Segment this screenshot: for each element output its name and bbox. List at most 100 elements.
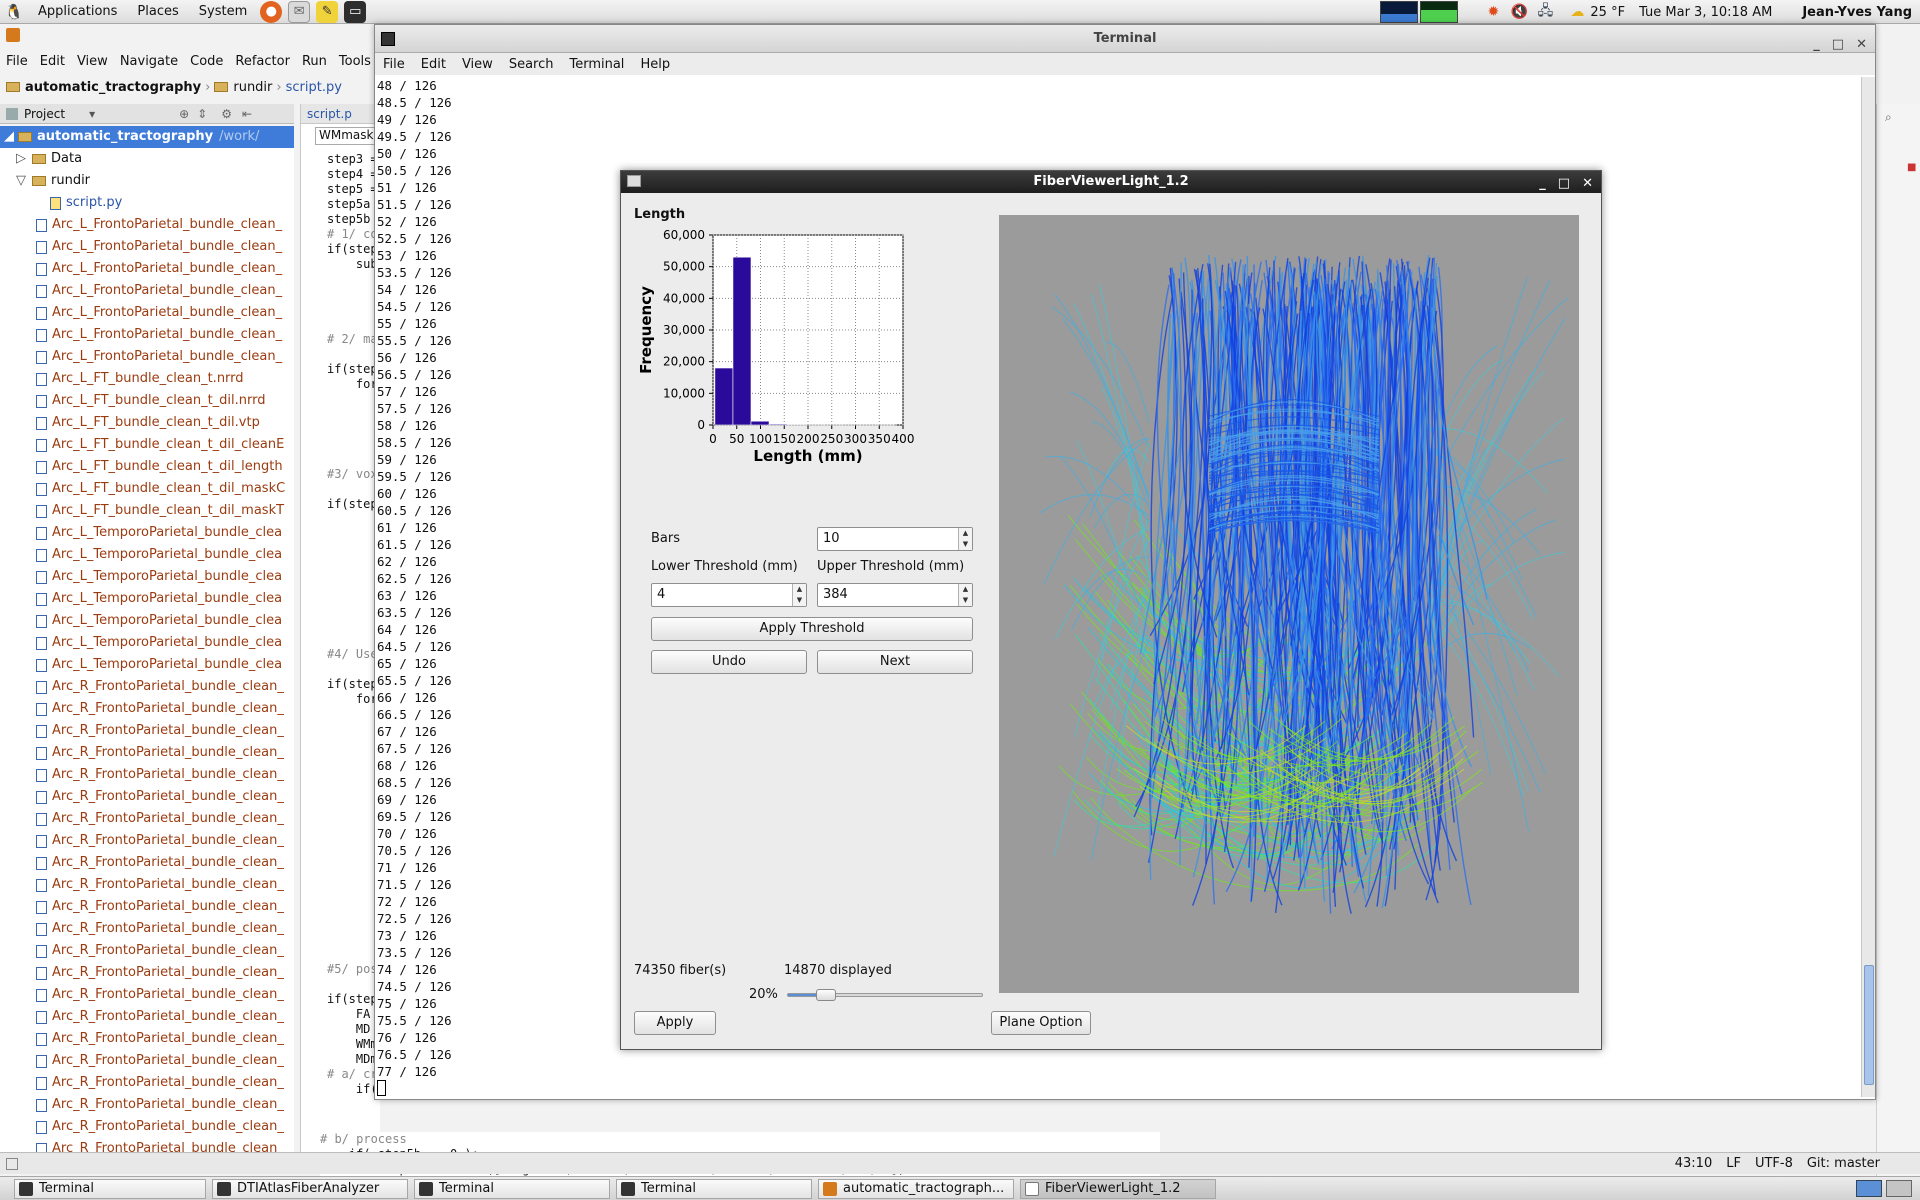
volume-icon[interactable]: 🔇 [1508,1,1530,23]
project-view-selector[interactable]: Project [24,107,65,121]
line-ending[interactable]: LF [1726,1156,1741,1171]
toggle-tool-windows-icon[interactable] [6,1157,18,1170]
collapse-icon[interactable]: ⇕ [197,107,207,121]
ide-menu-run[interactable]: Run [296,54,333,69]
text-editor-icon[interactable]: ✎ [316,0,339,23]
tree-file[interactable]: Arc_L_FT_bundle_clean_t_dil_cleanE [0,434,294,456]
applications-menu[interactable]: Applications [28,0,127,24]
tree-file[interactable]: Arc_R_FrontoParietal_bundle_clean_ [0,808,294,830]
plane-option-button[interactable]: Plane Option [991,1011,1091,1035]
cpu-monitor-icon[interactable] [1380,1,1419,23]
tree-file[interactable]: Arc_R_FrontoParietal_bundle_clean_ [0,874,294,896]
terminal-menu-search[interactable]: Search [501,57,562,72]
taskbar-item-ide[interactable]: automatic_tractograph... [818,1179,1014,1199]
firefox-icon[interactable]: ● [260,0,283,23]
mail-icon[interactable]: ✉ [288,0,311,23]
taskbar-item-fiberviewer[interactable]: FiberViewerLight_1.2 [1020,1179,1216,1199]
tree-file[interactable]: Arc_L_TemporoParietal_bundle_clea [0,632,294,654]
tree-file[interactable]: Arc_L_TemporoParietal_bundle_clea [0,522,294,544]
upper-threshold-spinbox[interactable]: 384 ▲ ▼ [817,583,973,607]
tree-file[interactable]: Arc_R_FrontoParietal_bundle_clean_ [0,786,294,808]
tree-file[interactable]: Arc_L_FT_bundle_clean_t_dil_length [0,456,294,478]
tree-file[interactable]: Arc_R_FrontoParietal_bundle_clean_ [0,1050,294,1072]
scrollbar-thumb[interactable] [1864,965,1874,1085]
expanded-arrow-icon[interactable]: ▽ [16,170,26,192]
breadcrumb-project[interactable]: automatic_tractography [25,80,201,95]
update-notifier-icon[interactable]: ✹ [1482,1,1504,23]
tree-file[interactable]: Arc_L_FT_bundle_clean_t.nrrd [0,368,294,390]
tree-file[interactable]: Arc_R_FrontoParietal_bundle_clean_ [0,1116,294,1138]
tree-file[interactable]: Arc_L_FrontoParietal_bundle_clean_ [0,280,294,302]
weather-icon[interactable]: ☁ [1566,1,1588,23]
tree-file-script[interactable]: script.py [0,192,294,214]
ide-menu-code[interactable]: Code [184,54,229,69]
gnome-foot-icon[interactable]: 🐧 [3,1,25,23]
next-button[interactable]: Next [817,650,973,674]
error-marker-icon[interactable]: ■ [1907,162,1916,173]
tree-file[interactable]: Arc_L_FT_bundle_clean_t_dil.nrrd [0,390,294,412]
tree-file[interactable]: Arc_R_FrontoParietal_bundle_clean_ [0,1072,294,1094]
ide-menu-refactor[interactable]: Refactor [229,54,296,69]
tree-file[interactable]: Arc_R_FrontoParietal_bundle_clean_ [0,918,294,940]
editor-code[interactable]: step3 = step4 = step5 = step5a step5b # 1/ co… [301,148,380,1097]
tree-file[interactable]: Arc_L_TemporoParietal_bundle_clea [0,610,294,632]
terminal-menu-terminal[interactable]: Terminal [561,57,632,72]
tree-file[interactable]: Arc_L_FrontoParietal_bundle_clean_ [0,346,294,368]
user-name[interactable]: Jean-Yves Yang [1802,5,1912,20]
tree-file[interactable]: Arc_R_FrontoParietal_bundle_clean_ [0,1094,294,1116]
tree-file[interactable]: Arc_R_FrontoParietal_bundle_clean_ [0,676,294,698]
tree-file[interactable]: Arc_R_FrontoParietal_bundle_clean_ [0,1006,294,1028]
slider-handle[interactable] [816,989,837,1001]
caret-position[interactable]: 43:10 [1675,1156,1712,1171]
tree-file[interactable]: Arc_L_FT_bundle_clean_t_dil.vtp [0,412,294,434]
tree-file[interactable]: Arc_L_FrontoParietal_bundle_clean_ [0,214,294,236]
tree-file[interactable]: Arc_L_FrontoParietal_bundle_clean_ [0,258,294,280]
places-menu[interactable]: Places [127,0,188,24]
search-icon[interactable]: ⌕ [1885,110,1892,125]
terminal-menu-file[interactable]: File [375,57,413,72]
tree-file[interactable]: Arc_R_FrontoParietal_bundle_clean_ [0,852,294,874]
expand-arrow-icon[interactable]: ◢ [4,126,14,148]
ide-menu-tools[interactable]: Tools [333,54,377,69]
spin-arrows-icon[interactable]: ▲ ▼ [958,584,972,606]
workspace-2[interactable] [1886,1180,1912,1197]
workspace-1[interactable] [1856,1180,1882,1197]
weather-temperature[interactable]: 25 °F [1590,5,1625,20]
terminal-launcher-icon[interactable]: ▭ [344,0,367,23]
tree-file[interactable]: Arc_L_FT_bundle_clean_t_dil_maskT [0,500,294,522]
tree-folder-data[interactable]: ▷ Data [0,148,294,170]
system-menu[interactable]: System [189,0,257,24]
minimize-icon[interactable]: _ [1539,173,1546,195]
tree-file[interactable]: Arc_L_FrontoParietal_bundle_clean_ [0,236,294,258]
tree-folder-rundir[interactable]: ▽ rundir [0,170,294,192]
tree-file[interactable]: Arc_R_FrontoParietal_bundle_clean_ [0,1028,294,1050]
apply-button[interactable]: Apply [634,1011,716,1035]
tree-file[interactable]: Arc_L_FrontoParietal_bundle_clean_ [0,302,294,324]
fiber-3d-viewport[interactable] [999,215,1579,993]
spin-arrows-icon[interactable]: ▲ ▼ [792,584,806,606]
editor-search-input[interactable]: WMmask [315,127,380,145]
spin-arrows-icon[interactable]: ▲ ▼ [958,528,972,550]
tree-file[interactable]: Arc_R_FrontoParietal_bundle_clean_ [0,742,294,764]
collapsed-arrow-icon[interactable]: ▷ [16,148,26,170]
editor-tab[interactable]: script.p [301,104,380,124]
locate-icon[interactable]: ⊕ [179,107,189,121]
tree-root[interactable]: ◢ automatic_tractography /work/ [0,126,294,148]
taskbar-item-terminal-2[interactable]: Terminal [414,1179,610,1199]
clock[interactable]: Tue Mar 3, 10:18 AM [1639,5,1772,20]
tree-file[interactable]: Arc_R_FrontoParietal_bundle_clean_ [0,830,294,852]
taskbar-item-terminal-3[interactable]: Terminal [616,1179,812,1199]
ide-menu-navigate[interactable]: Navigate [114,54,184,69]
tree-file[interactable]: Arc_R_FrontoParietal_bundle_clean_ [0,962,294,984]
tree-file[interactable]: Arc_L_TemporoParietal_bundle_clea [0,588,294,610]
breadcrumb-file[interactable]: script.py [286,80,342,95]
ide-menu-file[interactable]: File [0,54,34,69]
network-icon[interactable]: 🖧 [1534,1,1556,23]
vcs-branch[interactable]: Git: master [1807,1156,1880,1171]
bars-spinbox[interactable]: 10 ▲ ▼ [817,527,973,551]
terminal-scrollbar[interactable] [1861,77,1875,1097]
fiber-tract-rendering[interactable] [999,215,1579,993]
gear-icon[interactable]: ⚙ [221,107,232,121]
apply-threshold-button[interactable]: Apply Threshold [651,617,973,641]
tree-file[interactable]: Arc_L_FT_bundle_clean_t_dil_maskC [0,478,294,500]
